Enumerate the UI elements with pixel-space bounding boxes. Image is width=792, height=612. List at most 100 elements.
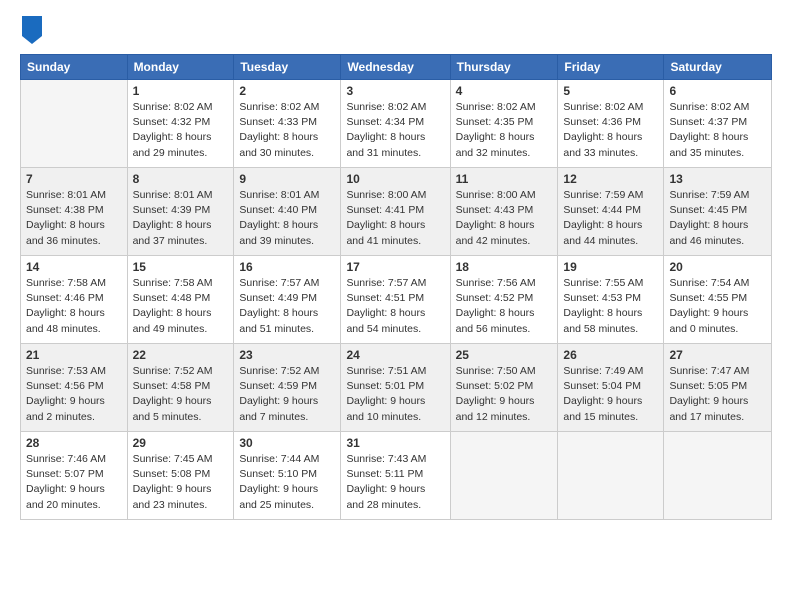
daylight-text: Daylight: 8 hoursand 29 minutes. [133, 131, 212, 158]
sunrise-text: Sunrise: 7:49 AM [563, 365, 643, 377]
sunset-text: Sunset: 4:39 PM [133, 204, 211, 216]
day-number: 31 [346, 436, 444, 450]
sunset-text: Sunset: 4:43 PM [456, 204, 534, 216]
calendar-cell: 11Sunrise: 8:00 AMSunset: 4:43 PMDayligh… [450, 168, 558, 256]
daylight-text: Daylight: 8 hoursand 31 minutes. [346, 131, 425, 158]
day-info: Sunrise: 7:57 AMSunset: 4:51 PMDaylight:… [346, 276, 444, 337]
calendar-cell: 24Sunrise: 7:51 AMSunset: 5:01 PMDayligh… [341, 344, 450, 432]
sunrise-text: Sunrise: 7:53 AM [26, 365, 106, 377]
day-info: Sunrise: 8:02 AMSunset: 4:33 PMDaylight:… [239, 100, 335, 161]
day-number: 16 [239, 260, 335, 274]
day-info: Sunrise: 8:02 AMSunset: 4:37 PMDaylight:… [669, 100, 766, 161]
daylight-text: Daylight: 8 hoursand 51 minutes. [239, 307, 318, 334]
sunset-text: Sunset: 4:32 PM [133, 116, 211, 128]
sunrise-text: Sunrise: 7:54 AM [669, 277, 749, 289]
sunrise-text: Sunrise: 7:57 AM [346, 277, 426, 289]
day-info: Sunrise: 8:02 AMSunset: 4:32 PMDaylight:… [133, 100, 229, 161]
daylight-text: Daylight: 9 hoursand 10 minutes. [346, 395, 425, 422]
calendar-week-row: 7 Sunrise: 8:01 AMSunset: 4:38 PMDaylight… [21, 168, 772, 256]
sunrise-text: Sunrise: 8:01 AM [133, 189, 213, 201]
calendar-cell: 7 Sunrise: 8:01 AMSunset: 4:38 PMDaylight… [21, 168, 128, 256]
day-info: Sunrise: 8:02 AMSunset: 4:34 PMDaylight:… [346, 100, 444, 161]
calendar-cell [450, 432, 558, 520]
weekday-header-sunday: Sunday [21, 55, 128, 80]
day-info: Sunrise: 7:50 AMSunset: 5:02 PMDaylight:… [456, 364, 553, 425]
calendar-cell: 13Sunrise: 7:59 AMSunset: 4:45 PMDayligh… [664, 168, 772, 256]
daylight-text: Daylight: 8 hoursand 36 minutes. [26, 219, 105, 246]
sunset-text: Sunset: 5:05 PM [669, 380, 747, 392]
day-number: 19 [563, 260, 658, 274]
calendar-cell: 26Sunrise: 7:49 AMSunset: 5:04 PMDayligh… [558, 344, 664, 432]
daylight-text: Daylight: 8 hoursand 35 minutes. [669, 131, 748, 158]
sunrise-text: Sunrise: 7:58 AM [133, 277, 213, 289]
daylight-text: Daylight: 8 hoursand 58 minutes. [563, 307, 642, 334]
day-number: 3 [346, 84, 444, 98]
daylight-text: Daylight: 8 hoursand 33 minutes. [563, 131, 642, 158]
calendar-cell: 6Sunrise: 8:02 AMSunset: 4:37 PMDaylight… [664, 80, 772, 168]
sunset-text: Sunset: 4:34 PM [346, 116, 424, 128]
calendar-cell: 28Sunrise: 7:46 AMSunset: 5:07 PMDayligh… [21, 432, 128, 520]
sunrise-text: Sunrise: 8:02 AM [239, 101, 319, 113]
day-number: 22 [133, 348, 229, 362]
daylight-text: Daylight: 9 hoursand 28 minutes. [346, 483, 425, 510]
day-number: 27 [669, 348, 766, 362]
day-info: Sunrise: 7:57 AMSunset: 4:49 PMDaylight:… [239, 276, 335, 337]
sunset-text: Sunset: 4:48 PM [133, 292, 211, 304]
day-number: 12 [563, 172, 658, 186]
sunset-text: Sunset: 5:07 PM [26, 468, 104, 480]
sunset-text: Sunset: 4:53 PM [563, 292, 641, 304]
sunset-text: Sunset: 4:46 PM [26, 292, 104, 304]
daylight-text: Daylight: 8 hoursand 48 minutes. [26, 307, 105, 334]
sunset-text: Sunset: 4:41 PM [346, 204, 424, 216]
sunrise-text: Sunrise: 8:01 AM [26, 189, 106, 201]
calendar-cell: 2Sunrise: 8:02 AMSunset: 4:33 PMDaylight… [234, 80, 341, 168]
day-info: Sunrise: 8:02 AMSunset: 4:35 PMDaylight:… [456, 100, 553, 161]
sunrise-text: Sunrise: 7:57 AM [239, 277, 319, 289]
day-number: 9 [239, 172, 335, 186]
day-info: Sunrise: 8:01 AMSunset: 4:40 PMDaylight:… [239, 188, 335, 249]
daylight-text: Daylight: 8 hoursand 41 minutes. [346, 219, 425, 246]
daylight-text: Daylight: 8 hoursand 32 minutes. [456, 131, 535, 158]
day-info: Sunrise: 7:51 AM Sunset: 5:01 PM Daylight:… [346, 364, 444, 425]
day-number: 8 [133, 172, 229, 186]
weekday-header-tuesday: Tuesday [234, 55, 341, 80]
day-number: 18 [456, 260, 553, 274]
day-info: Sunrise: 8:00 AMSunset: 4:43 PMDaylight:… [456, 188, 553, 249]
sunset-text: Sunset: 4:55 PM [669, 292, 747, 304]
calendar-cell: 30Sunrise: 7:44 AMSunset: 5:10 PMDayligh… [234, 432, 341, 520]
daylight-text: Daylight: 8 hoursand 37 minutes. [133, 219, 212, 246]
weekday-header-saturday: Saturday [664, 55, 772, 80]
day-info: Sunrise: 7:47 AMSunset: 5:05 PMDaylight:… [669, 364, 766, 425]
sunset-text: Sunset: 4:56 PM [26, 380, 104, 392]
sunset-text: Sunset: 5:01 PM [346, 380, 424, 392]
day-info: Sunrise: 8:01 AMSunset: 4:38 PMDaylight:… [26, 188, 122, 249]
day-info: Sunrise: 8:02 AMSunset: 4:36 PMDaylight:… [563, 100, 658, 161]
day-info: Sunrise: 7:56 AMSunset: 4:52 PMDaylight:… [456, 276, 553, 337]
calendar-cell: 15Sunrise: 7:58 AMSunset: 4:48 PMDayligh… [127, 256, 234, 344]
sunset-text: Sunset: 4:44 PM [563, 204, 641, 216]
sunrise-text: Sunrise: 7:52 AM [133, 365, 213, 377]
sunset-text: Sunset: 4:59 PM [239, 380, 317, 392]
sunset-text: Sunset: 4:51 PM [346, 292, 424, 304]
sunset-text: Sunset: 4:35 PM [456, 116, 534, 128]
calendar-cell [558, 432, 664, 520]
calendar-cell: 18 Sunrise: 7:56 AMSunset: 4:52 PMDayligh… [450, 256, 558, 344]
calendar-cell: 19Sunrise: 7:55 AMSunset: 4:53 PMDayligh… [558, 256, 664, 344]
calendar-cell: 20Sunrise: 7:54 AMSunset: 4:55 PMDayligh… [664, 256, 772, 344]
day-number: 13 [669, 172, 766, 186]
daylight-text: Daylight: 8 hoursand 39 minutes. [239, 219, 318, 246]
calendar-cell: 10Sunrise: 8:00 AMSunset: 4:41 PMDayligh… [341, 168, 450, 256]
calendar-week-row: 21Sunrise: 7:53 AMSunset: 4:56 PMDayligh… [21, 344, 772, 432]
calendar-cell: 8 Sunrise: 8:01 AM Sunset: 4:39 PM Daylight… [127, 168, 234, 256]
sunrise-text: Sunrise: 8:02 AM [563, 101, 643, 113]
sunset-text: Sunset: 4:33 PM [239, 116, 317, 128]
calendar-cell: 12Sunrise: 7:59 AMSunset: 4:44 PMDayligh… [558, 168, 664, 256]
sunrise-text: Sunrise: 7:56 AM [456, 277, 536, 289]
weekday-header-row: SundayMondayTuesdayWednesdayThursdayFrid… [21, 55, 772, 80]
sunrise-text: Sunrise: 8:02 AM [669, 101, 749, 113]
daylight-text: Daylight: 8 hoursand 42 minutes. [456, 219, 535, 246]
sunrise-text: Sunrise: 7:51 AM [346, 365, 426, 377]
calendar-cell: 9 Sunrise: 8:01 AMSunset: 4:40 PMDaylight… [234, 168, 341, 256]
day-info: Sunrise: 7:52 AMSunset: 4:59 PMDaylight:… [239, 364, 335, 425]
day-number: 7 [26, 172, 122, 186]
